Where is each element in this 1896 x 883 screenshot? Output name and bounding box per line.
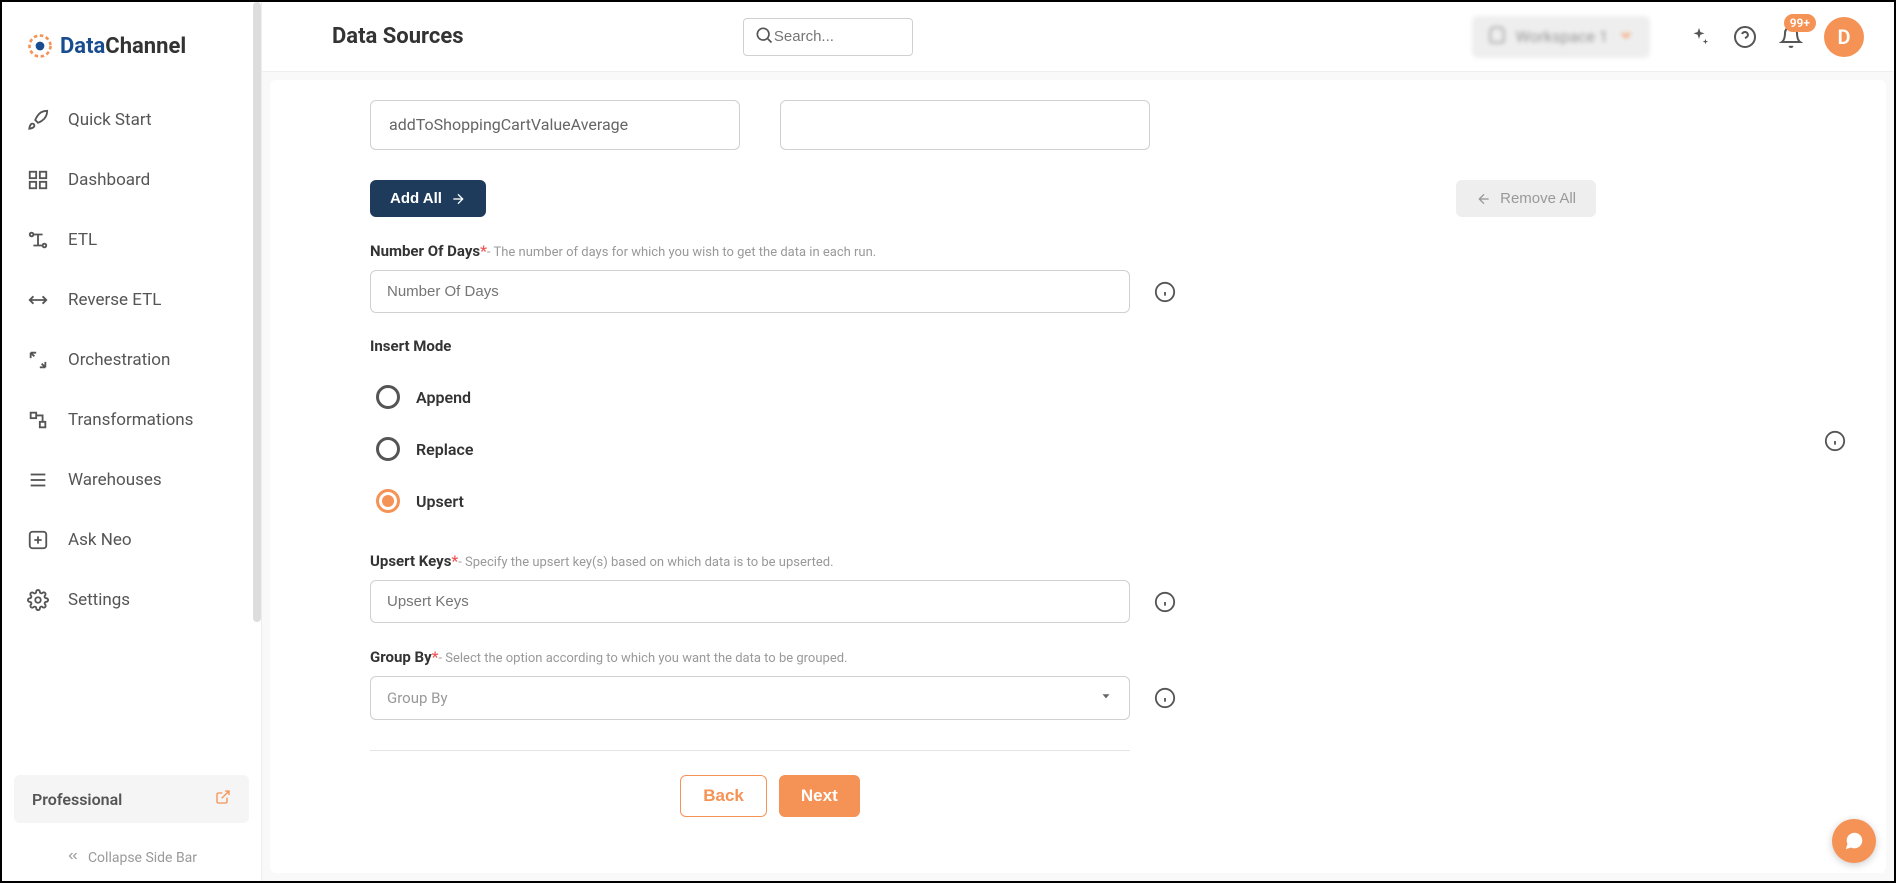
chevron-down-icon	[1618, 27, 1634, 47]
sparkle-icon	[26, 528, 50, 552]
info-icon[interactable]	[1154, 591, 1176, 613]
remove-all-button[interactable]: Remove All	[1456, 180, 1596, 217]
sidebar: DataChannel Quick Start Dashboard ETL Re…	[2, 2, 262, 881]
add-all-button[interactable]: Add All	[370, 180, 486, 217]
workspace-label: Workspace 1	[1516, 27, 1608, 46]
upsert-keys-label: Upsert Keys*	[370, 552, 458, 570]
rocket-icon	[26, 108, 50, 132]
notification-badge: 99+	[1784, 14, 1816, 32]
nav-label: Transformations	[68, 410, 193, 430]
back-button[interactable]: Back	[680, 775, 767, 817]
nav-label: Ask Neo	[68, 530, 132, 550]
logo-icon	[26, 32, 54, 60]
nav-label: ETL	[68, 230, 97, 250]
nav-label: Settings	[68, 590, 130, 610]
transform-icon	[26, 408, 50, 432]
radio-label: Upsert	[416, 492, 464, 511]
notifications[interactable]: 99+	[1778, 24, 1804, 50]
chat-icon	[1843, 830, 1865, 852]
upsert-keys-hint: - Specify the upsert key(s) based on whi…	[458, 555, 833, 570]
remove-all-label: Remove All	[1500, 190, 1576, 207]
radio-upsert[interactable]: Upsert	[370, 475, 1720, 527]
avatar[interactable]: D	[1824, 17, 1864, 57]
nav-label: Warehouses	[68, 470, 162, 490]
info-icon[interactable]	[1154, 281, 1176, 303]
radio-label: Append	[416, 388, 471, 407]
group-by-label: Group By*	[370, 648, 438, 666]
sidebar-item-dashboard[interactable]: Dashboard	[2, 150, 261, 210]
sidebar-item-reverse-etl[interactable]: Reverse ETL	[2, 270, 261, 330]
radio-icon	[376, 385, 400, 409]
info-icon[interactable]	[1824, 430, 1846, 452]
search-input[interactable]	[774, 28, 902, 45]
sidebar-item-transformations[interactable]: Transformations	[2, 390, 261, 450]
gear-icon	[26, 588, 50, 612]
main: Data Sources Workspace 1 99+ D	[262, 2, 1894, 881]
sparkles-icon[interactable]	[1686, 24, 1712, 50]
radio-append[interactable]: Append	[370, 371, 1720, 423]
caret-down-icon	[1099, 689, 1113, 707]
list-icon	[26, 468, 50, 492]
collapse-label: Collapse Side Bar	[88, 850, 197, 866]
radio-icon	[376, 489, 400, 513]
radio-icon	[376, 437, 400, 461]
arrow-right-icon	[450, 191, 466, 207]
next-button[interactable]: Next	[779, 775, 860, 817]
nav-label: Quick Start	[68, 110, 152, 130]
route-icon	[26, 348, 50, 372]
grid-icon	[26, 168, 50, 192]
help-icon[interactable]	[1732, 24, 1758, 50]
sidebar-item-orchestration[interactable]: Orchestration	[2, 330, 261, 390]
plan-label: Professional	[32, 790, 122, 809]
nav-label: Orchestration	[68, 350, 170, 370]
logo-text: DataChannel	[60, 34, 186, 59]
upsert-keys-input[interactable]	[370, 580, 1130, 623]
numdays-label: Number Of Days*	[370, 242, 487, 260]
nav-label: Reverse ETL	[68, 290, 161, 310]
sidebar-scrollbar[interactable]	[253, 2, 261, 622]
sidebar-item-warehouses[interactable]: Warehouses	[2, 450, 261, 510]
chat-bubble[interactable]	[1832, 819, 1876, 863]
group-by-select[interactable]: Group By	[370, 676, 1130, 720]
group-by-placeholder: Group By	[387, 689, 448, 707]
numdays-input[interactable]	[370, 270, 1130, 313]
sidebar-item-quick-start[interactable]: Quick Start	[2, 90, 261, 150]
nav: Quick Start Dashboard ETL Reverse ETL Or…	[2, 80, 261, 763]
topbar: Data Sources Workspace 1 99+ D	[262, 2, 1894, 72]
sidebar-item-etl[interactable]: ETL	[2, 210, 261, 270]
add-all-label: Add All	[390, 190, 442, 207]
radio-label: Replace	[416, 440, 473, 459]
numdays-hint: - The number of days for which you wish …	[487, 245, 876, 260]
plan-box[interactable]: Professional	[14, 775, 249, 823]
column-chip-empty[interactable]	[780, 100, 1150, 150]
arrow-left-icon	[1476, 191, 1492, 207]
page-title: Data Sources	[332, 24, 464, 49]
logo: DataChannel	[2, 2, 261, 80]
sidebar-item-settings[interactable]: Settings	[2, 570, 261, 630]
info-icon[interactable]	[1154, 687, 1176, 709]
workspace-selector[interactable]: Workspace 1	[1472, 16, 1650, 58]
search-icon	[754, 25, 774, 49]
flow-icon	[26, 228, 50, 252]
content: addToShoppingCartValueAverage Add All Re…	[270, 80, 1886, 873]
sidebar-item-ask-neo[interactable]: Ask Neo	[2, 510, 261, 570]
group-by-hint: - Select the option according to which y…	[438, 651, 847, 666]
radio-replace[interactable]: Replace	[370, 423, 1720, 475]
search-box[interactable]	[743, 18, 913, 56]
bag-icon	[1488, 26, 1506, 48]
collapse-sidebar[interactable]: Collapse Side Bar	[2, 835, 261, 881]
collapse-icon	[66, 849, 80, 867]
divider	[370, 750, 1130, 751]
external-link-icon	[215, 789, 231, 809]
column-chip[interactable]: addToShoppingCartValueAverage	[370, 100, 740, 150]
swap-icon	[26, 288, 50, 312]
insert-mode-label: Insert Mode	[370, 337, 1846, 355]
top-icons: 99+ D	[1686, 17, 1864, 57]
nav-label: Dashboard	[68, 170, 150, 190]
